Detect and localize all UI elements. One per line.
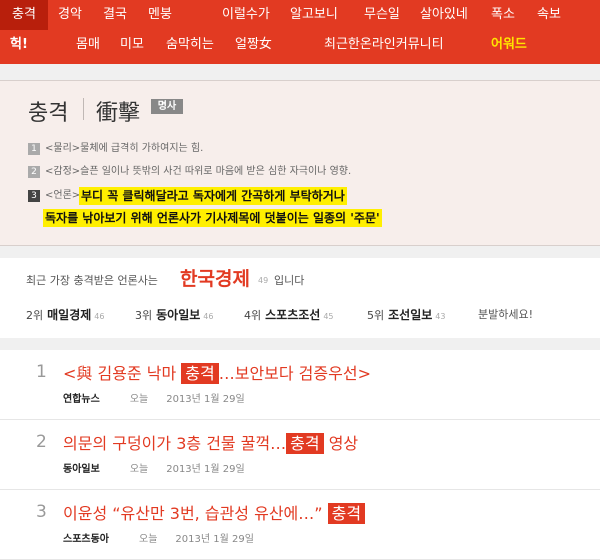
article-date: 2013년 1월 29일 <box>166 464 245 475</box>
ranking-entry[interactable]: 2위 매일경제 46 <box>26 306 104 323</box>
article-title-text: 영상 <box>323 434 359 453</box>
part-of-speech-badge: 명사 <box>151 99 183 114</box>
article-date: 2013년 1월 29일 <box>175 534 254 545</box>
nav-item-breaking[interactable]: 속보 <box>537 7 561 23</box>
ranking-intro: 최근 가장 충격받은 언론사는 <box>26 274 158 287</box>
article-item: 1 <與 김용준 낙마 충격 …보안보다 검증우선> 연합뉴스 오늘 2013년 1월… <box>0 350 600 420</box>
nav-item-astonish[interactable]: 경악 <box>58 7 82 23</box>
article-number: 1 <box>36 362 47 382</box>
divider <box>0 338 600 350</box>
divider <box>0 64 600 80</box>
rank-press-name: 동아일보 <box>156 308 201 322</box>
top-nav: 충격 경악 결국 멘붕 이럴수가 알고보니 무슨일 살아있네 폭소 속보 헉! … <box>0 0 600 64</box>
sense-text: <감정>슬픈 일이나 뜻밖의 사건 따위로 마음에 받은 심한 자극이나 영향. <box>45 166 352 177</box>
nav-item-laugh[interactable]: 폭소 <box>491 7 515 23</box>
article-source: 연합뉴스 <box>63 394 100 405</box>
nav-item-body[interactable]: 몸매 <box>76 37 100 53</box>
press-ranking: 최근 가장 충격받은 언론사는 한국경제 49 입니다 2위 매일경제 46 3위 동… <box>0 258 600 338</box>
keyword-badge: 충격 <box>181 363 219 384</box>
sense-highlight: 독자를 낚아보기 위해 언론사가 기사제목에 덧붙이는 일종의 '주문' <box>43 209 382 227</box>
article-source: 동아일보 <box>63 464 100 475</box>
nav-item-award[interactable]: 어워드 <box>491 37 527 53</box>
article-day: 오늘 <box>129 394 149 405</box>
rank-position: 4위 <box>244 309 262 322</box>
rank-position: 2위 <box>26 309 44 322</box>
ranking-top-name[interactable]: 한국경제 <box>180 264 250 291</box>
article-source: 스포츠동아 <box>63 534 109 545</box>
sense-highlight: 부디 꼭 클릭해달라고 독자에게 간곡하게 부탁하거나 <box>79 187 347 205</box>
article-list: 1 <與 김용준 낙마 충격 …보안보다 검증우선> 연합뉴스 오늘 2013년 1월… <box>0 350 600 560</box>
nav-item-what-happened[interactable]: 무슨일 <box>364 7 400 23</box>
article-title-text: 이윤성 “유산만 3번, 습관성 유산에…” <box>63 504 328 523</box>
article-title-text: <與 김용준 낙마 <box>63 364 182 383</box>
nav-item-breathless[interactable]: 숨막히는 <box>166 37 214 53</box>
article-title[interactable]: 의문의 구덩이가 3층 건물 꿀꺽… 충격 영상 <box>63 430 358 454</box>
definition-hanja: 衝擊 <box>96 101 141 126</box>
rank-position: 5위 <box>367 309 385 322</box>
sense-prefix: <언론> <box>45 190 81 201</box>
article-day: 오늘 <box>139 534 158 545</box>
nav-item-huk[interactable]: 헉! <box>10 37 28 53</box>
rank-count: 45 <box>323 312 334 321</box>
nav-item-community[interactable]: 최근한온라인커뮤니티 <box>324 37 444 53</box>
rank-position: 3위 <box>135 309 153 322</box>
rank-count: 46 <box>203 312 214 321</box>
nav-item-shock[interactable]: 충격 <box>0 0 48 30</box>
nav-item-turns-out[interactable]: 알고보니 <box>290 7 338 23</box>
article-title-text: …보안보다 검증우선> <box>218 364 371 383</box>
nav-item-ulzzang[interactable]: 얼짱女 <box>235 37 272 53</box>
article-number: 2 <box>36 432 47 452</box>
rank-count: 43 <box>435 312 446 321</box>
keyword-badge: 충격 <box>327 503 366 524</box>
keyword-badge: 충격 <box>286 433 324 454</box>
nav-item-alive[interactable]: 살아있네 <box>420 7 468 23</box>
article-number: 3 <box>36 502 47 522</box>
ranking-entry[interactable]: 5위 조선일보 43 <box>367 306 445 323</box>
sense-number: 2 <box>28 166 40 178</box>
rank-press-name: 매일경제 <box>47 308 92 322</box>
nav-item-mental[interactable]: 멘붕 <box>148 7 172 23</box>
sense-number: 1 <box>28 143 40 155</box>
dictionary-definition: 충격 衝擊 명사 1 <물리>물체에 급격히 가하여지는 힘. 2 <감정>슬픈… <box>0 80 600 246</box>
article-day: 오늘 <box>129 464 149 475</box>
article-meta: 스포츠동아 오늘 2013년 1월 29일 <box>63 530 254 545</box>
definition-separator <box>83 98 84 120</box>
ranking-top-count: 49 <box>258 276 269 285</box>
divider <box>0 246 600 258</box>
rank-count: 46 <box>94 312 105 321</box>
nav-item-how-could[interactable]: 이럴수가 <box>222 7 270 23</box>
definition-word: 충격 <box>28 101 69 126</box>
article-meta: 동아일보 오늘 2013년 1월 29일 <box>63 460 245 475</box>
nav-item-finally[interactable]: 결국 <box>103 7 127 23</box>
ranking-entry[interactable]: 3위 동아일보 46 <box>135 306 213 323</box>
ranking-entry[interactable]: 4위 스포츠조선 45 <box>244 306 334 323</box>
rank-press-name: 조선일보 <box>388 308 433 322</box>
rank-press-name: 스포츠조선 <box>265 308 321 322</box>
article-item: 2 의문의 구덩이가 3층 건물 꿀꺽… 충격 영상 동아일보 오늘 2013년 1월… <box>0 420 600 490</box>
ranking-suffix: 입니다 <box>274 274 305 287</box>
article-date: 2013년 1월 29일 <box>166 394 245 405</box>
article-title[interactable]: 이윤성 “유산만 3번, 습관성 유산에…” 충격 <box>63 500 366 524</box>
article-item: 3 이윤성 “유산만 3번, 습관성 유산에…” 충격 스포츠동아 오늘 2013년… <box>0 490 600 560</box>
article-title[interactable]: <與 김용준 낙마 충격 …보안보다 검증우선> <box>63 360 371 384</box>
sense-number: 3 <box>28 190 40 202</box>
ranking-cheer-text: 분발하세요! <box>478 308 534 321</box>
article-title-text: 의문의 구덩이가 3층 건물 꿀꺽… <box>63 434 287 453</box>
article-meta: 연합뉴스 오늘 2013년 1월 29일 <box>63 390 245 405</box>
nav-item-beauty[interactable]: 미모 <box>120 37 144 53</box>
sense-text: <물리>물체에 급격히 가하여지는 힘. <box>45 143 204 154</box>
